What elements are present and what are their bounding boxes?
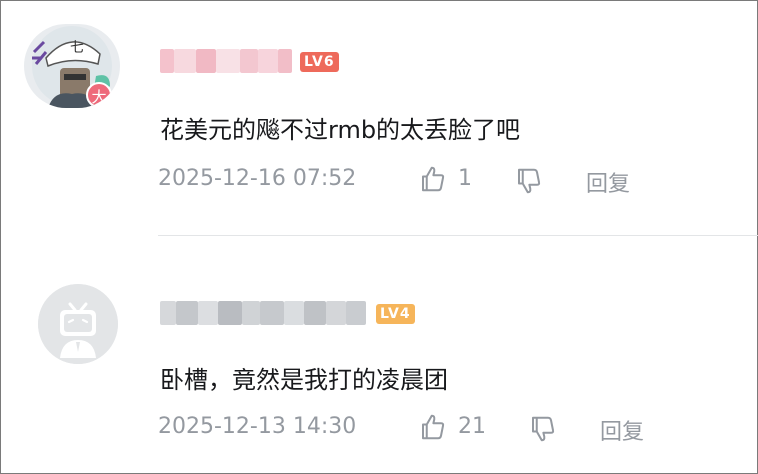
like-count: 21 <box>458 414 486 439</box>
comment-item: 七 大 LV6 花美元的飚不过rmb的太丢脸了吧 2025-12-16 07:5… <box>0 0 758 236</box>
avatar-badge: 大 <box>86 82 112 108</box>
avatar-hat-mark: 七 <box>70 40 84 56</box>
username-pixelated[interactable] <box>160 49 292 73</box>
username-pixelated[interactable] <box>160 301 366 325</box>
comment-date: 2025-12-16 07:52 <box>158 166 357 191</box>
avatar[interactable] <box>38 284 118 364</box>
reply-button[interactable]: 回复 <box>586 166 630 198</box>
default-avatar-icon <box>38 284 118 364</box>
thumbs-up-icon[interactable] <box>418 164 448 194</box>
comment-text: 卧槽，竟然是我打的凌晨团 <box>160 366 448 394</box>
level-badge: LV6 <box>300 52 339 72</box>
avatar[interactable]: 七 大 <box>24 24 120 108</box>
thumbs-up-icon[interactable] <box>418 412 448 442</box>
level-badge: LV4 <box>376 304 415 324</box>
thumbs-down-icon[interactable] <box>528 414 558 444</box>
like-count: 1 <box>458 166 472 191</box>
thumbs-down-icon[interactable] <box>514 166 544 196</box>
comment-item: LV4 卧槽，竟然是我打的凌晨团 2025-12-13 14:30 21 回复 <box>0 236 758 474</box>
comment-text: 花美元的飚不过rmb的太丢脸了吧 <box>160 116 521 144</box>
comment-date: 2025-12-13 14:30 <box>158 414 357 439</box>
reply-button[interactable]: 回复 <box>600 414 644 446</box>
